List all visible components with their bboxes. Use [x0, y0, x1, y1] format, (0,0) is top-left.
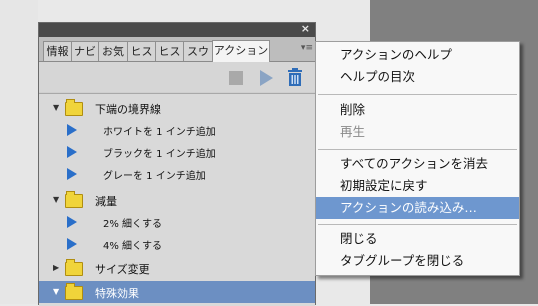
chevron-down-icon[interactable]: ▼: [53, 103, 59, 112]
menu-separator: [318, 224, 517, 225]
action-group-bottom-border[interactable]: ▼ 下端の境界線: [39, 97, 315, 119]
tab-navigator[interactable]: ナビ: [71, 41, 99, 61]
menu-separator: [318, 149, 517, 150]
play-icon: [67, 146, 77, 158]
play-icon: [67, 216, 77, 228]
group-label: 減量: [95, 195, 117, 208]
panel-flyout-menu: アクションのヘルプ ヘルプの目次 削除 再生 すべてのアクションを消去 初期設定…: [315, 41, 520, 276]
action-label: ホワイトを 1 インチ追加: [103, 127, 216, 138]
action-item[interactable]: ホワイトを 1 インチ追加: [39, 119, 315, 141]
group-label: 特殊効果: [95, 287, 139, 300]
background-left: [0, 0, 38, 304]
group-label: 下端の境界線: [95, 103, 161, 116]
folder-icon: [65, 191, 83, 208]
panel-titlebar: ×: [39, 22, 315, 37]
panel-menu-icon[interactable]: ▾≡: [301, 43, 313, 53]
chevron-down-icon[interactable]: ▼: [53, 195, 59, 204]
folder-icon: [65, 259, 83, 276]
menu-item-reset-defaults[interactable]: 初期設定に戻す: [316, 175, 519, 197]
tab-swatches[interactable]: スウ: [183, 41, 213, 61]
menu-item-clear-all-actions[interactable]: すべてのアクションを消去: [316, 153, 519, 175]
action-group-reduce[interactable]: ▼ 減量: [39, 189, 315, 211]
tab-actions[interactable]: アクション: [212, 40, 270, 62]
play-icon[interactable]: [260, 70, 273, 86]
menu-item-close[interactable]: 閉じる: [316, 228, 519, 250]
close-icon[interactable]: ×: [301, 22, 310, 35]
action-item[interactable]: 2% 細くする: [39, 211, 315, 233]
play-icon: [67, 238, 77, 250]
menu-separator: [318, 94, 517, 95]
menu-item-action-help[interactable]: アクションのヘルプ: [316, 44, 519, 66]
menu-item-play: 再生: [340, 124, 366, 139]
action-item[interactable]: グレーを 1 インチ追加: [39, 163, 315, 185]
action-group-resize[interactable]: ▶ サイズ変更: [39, 257, 315, 279]
actions-list: ▼ 下端の境界線 ホワイトを 1 インチ追加 ブラックを 1 インチ追加 グレー…: [39, 93, 315, 306]
tab-info[interactable]: 情報: [43, 41, 72, 61]
play-icon: [67, 168, 77, 180]
menu-item-load-actions[interactable]: アクションの読み込み…: [316, 197, 519, 219]
action-label: グレーを 1 インチ追加: [103, 171, 206, 182]
menu-item-close-tab-group[interactable]: タブグループを閉じる: [316, 250, 519, 272]
tab-favorites[interactable]: お気: [98, 41, 128, 61]
action-item[interactable]: ブラックを 1 インチ追加: [39, 141, 315, 163]
action-label: 4% 細くする: [103, 241, 163, 252]
trash-icon[interactable]: [287, 68, 303, 86]
chevron-down-icon[interactable]: ▼: [53, 287, 59, 296]
action-label: 2% 細くする: [103, 219, 163, 230]
tab-histogram[interactable]: ヒス: [155, 41, 184, 61]
folder-icon: [65, 283, 83, 300]
chevron-right-icon[interactable]: ▶: [53, 263, 59, 272]
actions-toolbar: [39, 62, 315, 92]
action-group-special-effects[interactable]: ▼ 特殊効果: [39, 281, 315, 303]
stop-icon[interactable]: [229, 71, 243, 85]
action-item[interactable]: 4% 細くする: [39, 233, 315, 255]
folder-icon: [65, 99, 83, 116]
action-label: ブラックを 1 インチ追加: [103, 149, 216, 160]
menu-item-help-contents[interactable]: ヘルプの目次: [316, 66, 519, 88]
panel-tabs: 情報 ナビ お気 ヒス ヒス スウ アクション ▾≡: [39, 37, 315, 62]
tab-history[interactable]: ヒス: [127, 41, 156, 61]
group-label: サイズ変更: [95, 263, 150, 276]
menu-item-delete[interactable]: 削除: [316, 99, 519, 121]
play-icon: [67, 124, 77, 136]
actions-panel: × 情報 ナビ お気 ヒス ヒス スウ アクション ▾≡ ▼ 下端の境界線 ホワ…: [38, 22, 316, 306]
